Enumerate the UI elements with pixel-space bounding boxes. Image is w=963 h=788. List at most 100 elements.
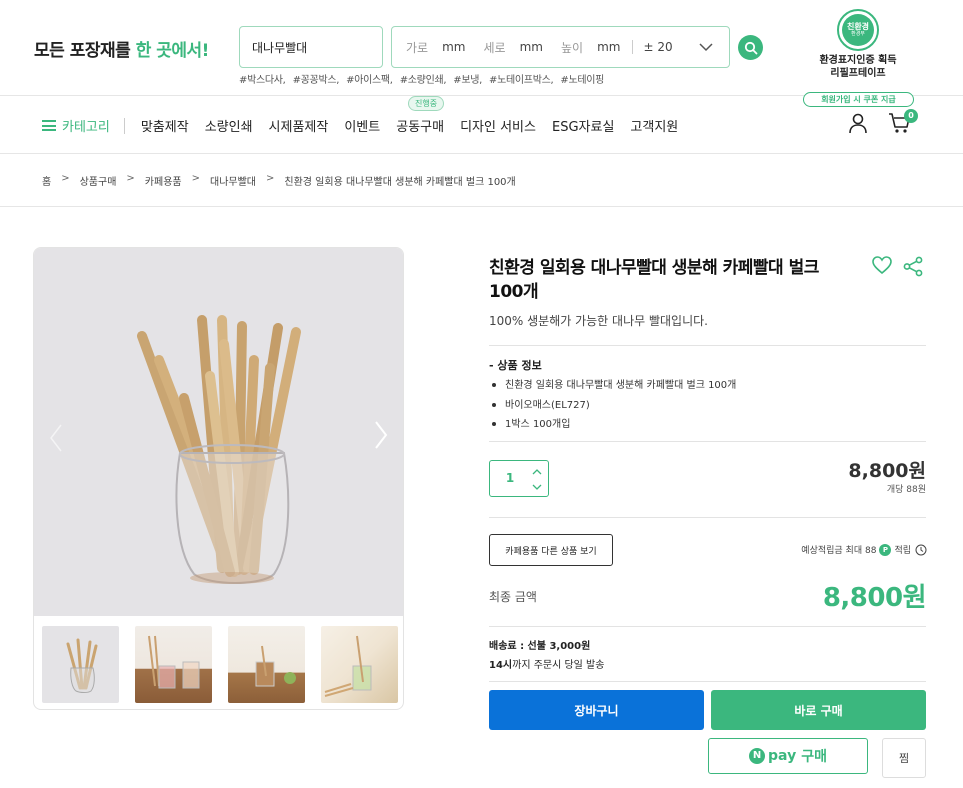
product-title: 친환경 일회용 대나무빨대 생분해 카페빨대 벌크 100개 bbox=[489, 258, 819, 302]
hashtag[interactable]: #소량인쇄, bbox=[400, 75, 447, 86]
search-icon bbox=[744, 41, 757, 54]
unit-price: 개당 88원 bbox=[886, 485, 926, 495]
breadcrumb-home[interactable]: 홈 bbox=[42, 173, 51, 188]
hashtag[interactable]: #노테이프박스, bbox=[489, 75, 554, 86]
nav-divider bbox=[123, 117, 125, 134]
breadcrumb-current: 친환경 일회용 대나무빨대 생분해 카페빨대 벌크 100개 bbox=[284, 177, 516, 188]
hashtag[interactable]: #아이스팩, bbox=[346, 75, 393, 86]
shipping-divider bbox=[489, 626, 926, 627]
nav-item-custom[interactable]: 맞춤제작 bbox=[141, 116, 189, 135]
width-label: 가로 bbox=[406, 40, 429, 55]
nav-item-event[interactable]: 이벤트 bbox=[344, 116, 380, 135]
search-button[interactable] bbox=[738, 35, 763, 60]
naver-pay-logo-icon: N bbox=[749, 748, 766, 764]
size-filter[interactable]: 가로 mm 세로 mm 높이 mm ± 20 bbox=[391, 26, 730, 68]
options-divider bbox=[489, 517, 926, 518]
height-unit[interactable]: mm bbox=[597, 40, 620, 54]
share-icon[interactable] bbox=[903, 256, 924, 277]
final-amount-label: 최종 금액 bbox=[489, 590, 537, 604]
cert-line-1: 환경표지인증 획득 bbox=[819, 55, 897, 66]
nav-item-esg[interactable]: ESG자료실 bbox=[552, 116, 614, 135]
thumbnail-3[interactable] bbox=[228, 626, 305, 703]
info-divider bbox=[489, 345, 926, 346]
certification-text[interactable]: 환경표지인증 획득 리필프테이프 bbox=[808, 54, 908, 80]
length-unit[interactable]: mm bbox=[520, 40, 543, 54]
thumbnail-drinks bbox=[148, 635, 200, 689]
breadcrumb-separator: > bbox=[126, 173, 135, 184]
product-price: 8,800원 bbox=[848, 460, 926, 482]
arrow-left-icon[interactable] bbox=[49, 423, 63, 453]
hashtag[interactable]: #노테이핑 bbox=[560, 75, 604, 86]
product-gallery bbox=[33, 247, 404, 710]
breadcrumb-separator: > bbox=[266, 173, 275, 184]
product-subtitle: 100% 생분해가 가능한 대나무 빨대입니다. bbox=[489, 314, 708, 328]
dispatch-info: 14시까지 주문시 당일 발송 bbox=[489, 656, 604, 671]
size-divider bbox=[632, 40, 634, 54]
thumbnail-2[interactable] bbox=[135, 626, 212, 703]
quantity-stepper[interactable]: 1 bbox=[489, 460, 549, 497]
qty-divider bbox=[489, 441, 926, 442]
breadcrumb-separator: > bbox=[191, 173, 200, 184]
points-prefix: 예상적립금 최대 88 bbox=[801, 546, 877, 556]
final-amount: 8,800원 bbox=[822, 583, 927, 613]
dispatch-time: 14시 bbox=[489, 660, 513, 671]
buy-now-button[interactable]: 바로 구매 bbox=[711, 690, 926, 730]
breadcrumb-item[interactable]: 상품구매 bbox=[80, 173, 117, 188]
hashtag[interactable]: #보냉, bbox=[453, 75, 482, 86]
tagline-prefix: 모든 포장재를 bbox=[34, 41, 136, 61]
nav-item-prototype[interactable]: 시제품제작 bbox=[269, 116, 329, 135]
naver-pay-label: pay bbox=[768, 748, 797, 764]
naver-pay-button[interactable]: Npay 구매 bbox=[708, 738, 868, 774]
category-menu-button[interactable]: 카테고리 bbox=[42, 116, 110, 135]
cert-logo-sub: 환경부 bbox=[851, 30, 865, 37]
tagline-highlight: 한 곳에서! bbox=[135, 41, 210, 61]
info-item: 바이오매스(EL727) bbox=[489, 398, 736, 418]
naver-pay-buy: 구매 bbox=[801, 749, 827, 765]
add-to-cart-button[interactable]: 장바구니 bbox=[489, 690, 704, 730]
arrow-right-icon[interactable] bbox=[374, 420, 388, 450]
bamboo-straws-in-glass-illustration bbox=[137, 315, 301, 584]
dispatch-text: 까지 주문시 당일 발송 bbox=[512, 660, 605, 671]
nav-item-support[interactable]: 고객지원 bbox=[630, 116, 678, 135]
height-label: 높이 bbox=[560, 40, 584, 55]
buttons-divider bbox=[489, 681, 926, 682]
keyword-search-input[interactable]: 대나무빨대 bbox=[239, 26, 383, 68]
heart-icon[interactable] bbox=[872, 256, 892, 275]
thumbnail-1[interactable] bbox=[42, 626, 119, 703]
chevron-down-icon[interactable] bbox=[530, 481, 544, 493]
points-suffix: 적립 bbox=[894, 546, 911, 556]
quantity-value[interactable]: 1 bbox=[490, 461, 530, 496]
main-nav: 카테고리 맞춤제작 소량인쇄 시제품제작 이벤트 공동구매 디자인 서비스 ES… bbox=[42, 116, 694, 135]
thumbnail-4[interactable] bbox=[321, 626, 398, 703]
other-products-button[interactable]: 카페용품 다른 상품 보기 bbox=[489, 534, 613, 566]
info-item: 친환경 일회용 대나무빨대 생분해 카페빨대 벌크 100개 bbox=[489, 378, 736, 398]
user-icon[interactable] bbox=[847, 112, 869, 134]
clock-icon[interactable] bbox=[915, 544, 927, 556]
wishlist-button[interactable]: 찜 bbox=[882, 738, 926, 778]
cart-count-badge: 0 bbox=[904, 109, 918, 123]
thumbnail-model bbox=[324, 635, 372, 697]
ongoing-badge: 진행중 bbox=[408, 96, 445, 111]
nav-item-small-print[interactable]: 소량인쇄 bbox=[205, 116, 253, 135]
eco-certification-logo: 친환경 환경부 bbox=[837, 9, 879, 51]
hashtag[interactable]: #꽁꽁박스, bbox=[293, 75, 340, 86]
nav-item-group-buy[interactable]: 공동구매 bbox=[396, 116, 444, 135]
nav-item-design[interactable]: 디자인 서비스 bbox=[460, 116, 536, 135]
thumbnail-list bbox=[42, 626, 398, 703]
chevron-up-icon[interactable] bbox=[530, 466, 544, 478]
menu-icon bbox=[42, 120, 56, 131]
site-tagline: 모든 포장재를 한 곳에서! bbox=[34, 36, 209, 61]
breadcrumb-item[interactable]: 카페용품 bbox=[145, 173, 182, 188]
breadcrumb-item[interactable]: 대나무빨대 bbox=[210, 173, 256, 188]
breadcrumb-divider bbox=[0, 206, 963, 207]
search-value: 대나무빨대 bbox=[252, 40, 308, 55]
expected-points: 예상적립금 최대 88 P 적립 bbox=[740, 543, 927, 556]
signup-coupon-pill[interactable]: 회원가입 시 쿠폰 지급 bbox=[803, 92, 914, 107]
shipping-fee: 배송료 : 선불 3,000원 bbox=[489, 641, 591, 652]
hashtag-list: #박스다사, #꽁꽁박스, #아이스팩, #소량인쇄, #보냉, #노테이프박스, #노테이… bbox=[239, 71, 611, 86]
product-info-list: 친환경 일회용 대나무빨대 생분해 카페빨대 벌크 100개 바이오매스(EL7… bbox=[489, 378, 736, 437]
hashtag[interactable]: #박스다사, bbox=[239, 75, 286, 86]
chevron-down-icon[interactable] bbox=[699, 40, 713, 54]
width-unit[interactable]: mm bbox=[442, 40, 465, 54]
points-badge: P bbox=[879, 543, 892, 556]
